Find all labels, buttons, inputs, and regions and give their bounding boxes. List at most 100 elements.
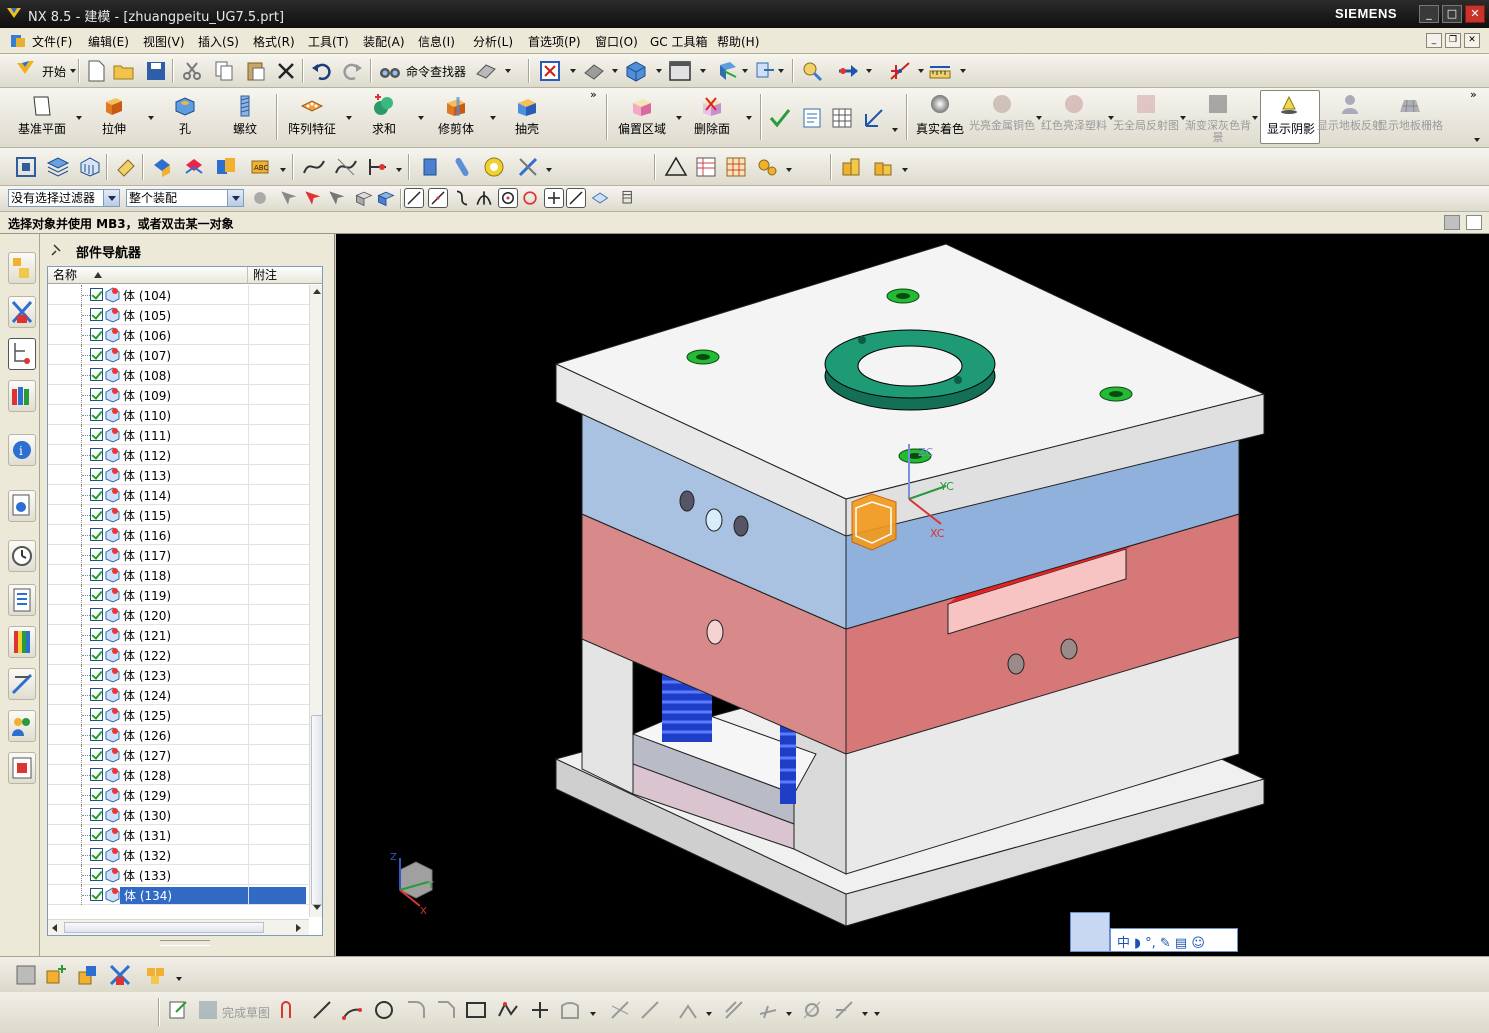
layers-icon[interactable] xyxy=(46,155,70,179)
table-row[interactable]: 体 (124) xyxy=(48,685,309,705)
component-group-icon[interactable] xyxy=(872,155,896,179)
eraser-icon[interactable] xyxy=(114,155,138,179)
new-file-icon[interactable] xyxy=(84,59,108,83)
no-reflection-icon[interactable] xyxy=(1134,92,1158,116)
scroll-up-icon[interactable] xyxy=(313,289,321,294)
table-row[interactable]: 体 (112) xyxy=(48,445,309,465)
select-body-icon[interactable] xyxy=(354,188,374,208)
pattern-feature-icon[interactable] xyxy=(300,94,324,118)
filter-settings-icon[interactable] xyxy=(250,188,270,208)
menu-tools[interactable]: 工具(T) xyxy=(308,33,349,50)
washer-icon[interactable] xyxy=(482,155,506,179)
visibility-checkbox[interactable] xyxy=(90,728,103,741)
type-filter-select[interactable]: 没有选择过滤器 xyxy=(8,189,120,207)
visibility-checkbox[interactable] xyxy=(90,368,103,381)
grid-add-icon[interactable] xyxy=(724,155,748,179)
menu-window[interactable]: 窗口(O) xyxy=(595,33,638,50)
show-constraints-icon[interactable] xyxy=(832,998,856,1022)
doc-minimize-button[interactable]: _ xyxy=(1426,33,1442,48)
splitter-handle[interactable] xyxy=(160,940,210,946)
visibility-checkbox[interactable] xyxy=(90,328,103,341)
sketch-icon[interactable] xyxy=(166,998,190,1022)
table-row[interactable]: 体 (120) xyxy=(48,605,309,625)
visibility-checkbox[interactable] xyxy=(90,448,103,461)
datum-plane-icon[interactable] xyxy=(30,94,54,118)
table-row[interactable]: 体 (133) xyxy=(48,865,309,885)
table-row[interactable]: 体 (116) xyxy=(48,525,309,545)
table-row[interactable]: 体 (129) xyxy=(48,785,309,805)
gradient-background-button[interactable]: 渐变深灰色背景 xyxy=(1183,120,1253,144)
arc-icon[interactable] xyxy=(340,998,364,1022)
navigator-hscrollbar[interactable] xyxy=(48,919,309,935)
visibility-checkbox[interactable] xyxy=(90,608,103,621)
table-row[interactable]: 体 (121) xyxy=(48,625,309,645)
mold-assembly-model[interactable]: ZC YC XC Z Y X xyxy=(336,234,1489,956)
constraints-icon[interactable] xyxy=(722,998,746,1022)
unite-icon[interactable] xyxy=(372,94,396,118)
point-icon[interactable] xyxy=(528,998,552,1022)
abc-component-icon[interactable]: ABC xyxy=(248,155,272,179)
extrude-icon[interactable] xyxy=(102,94,126,118)
redo-icon[interactable] xyxy=(340,59,364,83)
component-stack-icon[interactable] xyxy=(840,155,864,179)
spring-right[interactable] xyxy=(780,724,796,804)
column-header-note[interactable]: 附注 xyxy=(248,267,322,284)
status-icon-2[interactable] xyxy=(1466,215,1482,230)
undo-icon[interactable] xyxy=(310,59,334,83)
navigator-vscrollbar[interactable] xyxy=(309,285,322,917)
trim-body-icon[interactable] xyxy=(444,94,468,118)
vector-icon[interactable] xyxy=(862,106,886,130)
floor-grid-button[interactable]: 显示地板栅格 xyxy=(1375,120,1445,132)
visibility-checkbox[interactable] xyxy=(90,688,103,701)
pattern-feature-button[interactable]: 阵列特征 xyxy=(277,120,347,137)
pin-icon[interactable] xyxy=(450,155,474,179)
table-row[interactable]: 体 (107) xyxy=(48,345,309,365)
snap-midpoint-icon[interactable] xyxy=(428,188,448,208)
doc-close-button[interactable]: ✕ xyxy=(1464,33,1480,48)
visibility-checkbox[interactable] xyxy=(90,768,103,781)
maximize-button[interactable]: □ xyxy=(1442,5,1462,23)
spline-icon[interactable] xyxy=(302,155,326,179)
visibility-checkbox[interactable] xyxy=(90,588,103,601)
start-icon[interactable] xyxy=(14,58,38,82)
menu-format[interactable]: 格式(R) xyxy=(253,33,295,50)
hscroll-thumb[interactable] xyxy=(64,922,264,933)
screw-head[interactable] xyxy=(886,288,920,304)
save-icon[interactable] xyxy=(144,59,168,83)
finish-sketch-button[interactable]: 完成草图 xyxy=(222,1004,270,1021)
point-constructor-icon[interactable] xyxy=(888,59,912,83)
menu-view[interactable]: 视图(V) xyxy=(143,33,185,50)
visibility-checkbox[interactable] xyxy=(90,648,103,661)
intersection-curve-icon[interactable] xyxy=(366,155,390,179)
layer-settings-icon[interactable] xyxy=(78,155,102,179)
gears-icon[interactable] xyxy=(756,155,780,179)
show-shadow-toggle[interactable]: 显示阴影 xyxy=(1260,90,1320,144)
assembly-navigator-icon[interactable] xyxy=(14,155,38,179)
table-row[interactable]: 体 (114) xyxy=(48,485,309,505)
hand-select-icon[interactable] xyxy=(800,59,824,83)
offset-curve-icon[interactable] xyxy=(558,998,582,1022)
ime-logo-icon[interactable] xyxy=(1070,912,1110,952)
constraint-icon[interactable] xyxy=(108,963,132,987)
true-shading-button[interactable]: 真实着色 xyxy=(905,120,975,137)
visibility-checkbox[interactable] xyxy=(90,288,103,301)
visibility-checkbox[interactable] xyxy=(90,708,103,721)
visibility-checkbox[interactable] xyxy=(90,488,103,501)
scroll-right-icon[interactable] xyxy=(296,924,301,932)
scroll-left-icon[interactable] xyxy=(52,924,57,932)
selection-scope-select[interactable]: 整个装配 xyxy=(126,189,244,207)
visualization-tab[interactable] xyxy=(8,626,36,658)
status-icon-1[interactable] xyxy=(1444,215,1460,230)
open-folder-icon[interactable] xyxy=(112,59,136,83)
table-row[interactable]: 体 (109) xyxy=(48,385,309,405)
select-solid-icon[interactable] xyxy=(376,188,396,208)
hole-icon[interactable] xyxy=(173,94,197,118)
table-row[interactable]: 体 (119) xyxy=(48,585,309,605)
visibility-checkbox[interactable] xyxy=(90,548,103,561)
finish-sketch-icon[interactable] xyxy=(196,998,220,1022)
add-assembly-icon[interactable] xyxy=(44,963,68,987)
menu-edit[interactable]: 编辑(E) xyxy=(88,33,129,50)
binoculars-icon[interactable] xyxy=(378,59,402,83)
select-component-icon[interactable] xyxy=(326,188,346,208)
floor-grid-icon[interactable] xyxy=(1398,92,1422,116)
